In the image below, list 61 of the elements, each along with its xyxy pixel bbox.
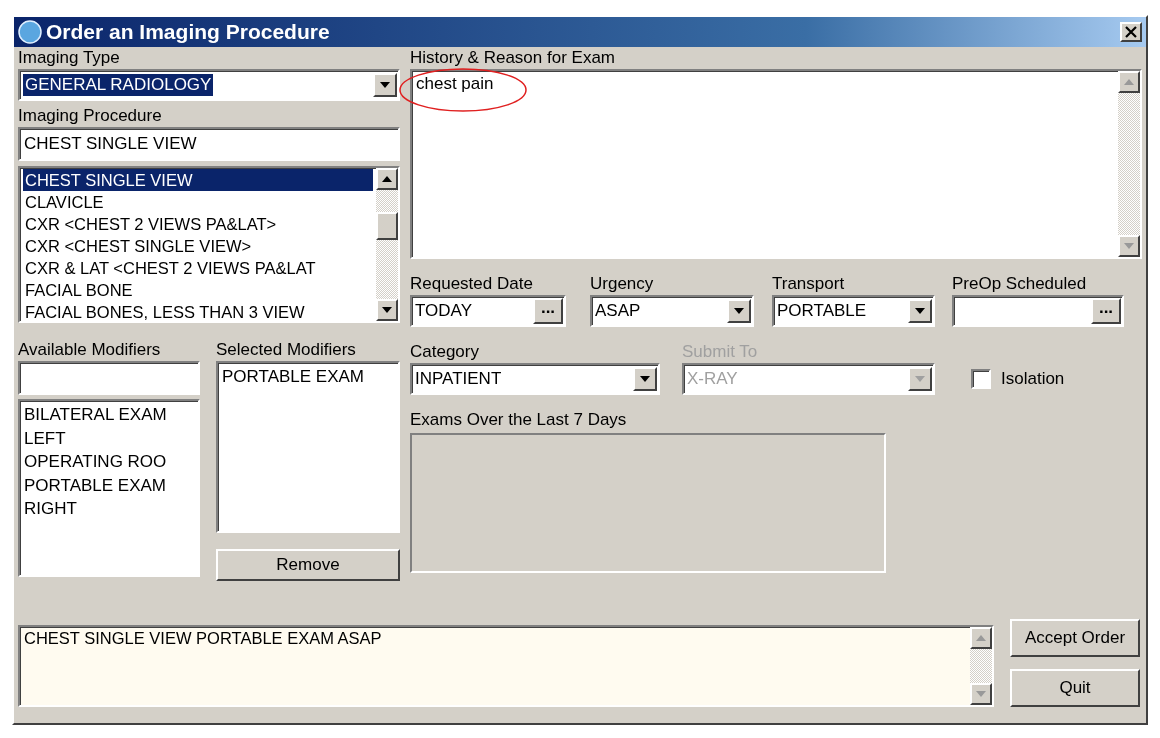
scroll-up-icon <box>382 176 392 182</box>
imaging-type-dropdown[interactable]: GENERAL RADIOLOGY <box>18 69 400 101</box>
isolation-checkbox[interactable] <box>971 369 991 389</box>
scroll-up-icon <box>976 635 986 641</box>
list-item[interactable]: LEFT <box>24 426 194 450</box>
window-title: Order an Imaging Procedure <box>46 20 331 44</box>
list-item[interactable]: CXR <CHEST 2 VIEWS PA&LAT> <box>23 213 373 235</box>
date-picker-button[interactable]: ... <box>533 298 563 324</box>
checkbox-label: Isolation <box>1001 369 1065 389</box>
caret-icon <box>915 376 925 382</box>
remove-button[interactable]: Remove <box>216 549 400 581</box>
caret-icon <box>915 308 925 314</box>
dropdown[interactable]: ASAP <box>590 295 754 327</box>
field-label: Transport <box>772 273 846 295</box>
list-item[interactable]: OPERATING ROO <box>24 450 194 474</box>
close-icon <box>1125 26 1137 38</box>
history-text: chest pain <box>416 74 494 93</box>
list-item[interactable]: CXR & LAT <CHEST 2 VIEWS PA&LAT <box>23 257 373 279</box>
field-label: Category <box>410 341 480 363</box>
history-text-area[interactable]: chest pain <box>410 69 1142 259</box>
list-item[interactable]: CLAVICLE <box>23 191 373 213</box>
date-field[interactable]: TODAY ... <box>410 295 566 327</box>
close-button[interactable] <box>1120 22 1142 42</box>
scroll-down-icon <box>976 691 986 697</box>
order-summary-area[interactable]: CHEST SINGLE VIEW PORTABLE EXAM ASAP <box>18 625 994 707</box>
order-summary-text: CHEST SINGLE VIEW PORTABLE EXAM ASAP <box>24 629 382 647</box>
list-item[interactable]: FACIAL BONE <box>23 279 373 301</box>
modifier-search-field[interactable] <box>18 361 200 395</box>
dropdown[interactable]: PORTABLE <box>772 295 935 327</box>
scroll-up-icon <box>1124 79 1134 85</box>
field-label: PreOp Scheduled <box>952 273 1088 295</box>
field-label: Available Modifiers <box>18 339 162 361</box>
field-label: Imaging Type <box>18 47 121 69</box>
field-label: Exams Over the Last 7 Days <box>410 409 628 431</box>
scroll-down-icon <box>382 307 392 313</box>
caret-icon <box>640 376 650 382</box>
caret-icon <box>734 308 744 314</box>
list-item[interactable]: FACIAL BONES, LESS THAN 3 VIEW <box>23 301 373 321</box>
date-picker-button[interactable]: ... <box>1091 298 1121 324</box>
dropdown[interactable]: INPATIENT <box>410 363 660 395</box>
list-item[interactable]: CHEST SINGLE VIEW <box>23 169 373 191</box>
scrollbar[interactable] <box>376 168 398 321</box>
accept-order-button[interactable]: Accept Order <box>1010 619 1140 657</box>
field-label: History & Reason for Exam <box>410 47 616 69</box>
scroll-down-icon <box>1124 243 1134 249</box>
list-item[interactable]: PORTABLE EXAM <box>222 365 394 389</box>
field-label: Selected Modifiers <box>216 339 357 361</box>
procedure-field[interactable]: CHEST SINGLE VIEW <box>18 127 400 161</box>
list-item[interactable]: PORTABLE EXAM <box>24 473 194 497</box>
quit-button[interactable]: Quit <box>1010 669 1140 707</box>
scroll-thumb[interactable] <box>376 212 398 240</box>
list-item[interactable]: CXR <CHEST SINGLE VIEW> <box>23 235 373 257</box>
scrollbar[interactable] <box>1118 71 1140 257</box>
field-label: Requested Date <box>410 273 534 295</box>
date-field[interactable]: ... <box>952 295 1124 327</box>
caret-icon <box>380 82 390 88</box>
field-label: Imaging Procedure <box>18 105 163 127</box>
scrollbar[interactable] <box>970 627 992 705</box>
field-label: Urgency <box>590 273 655 295</box>
list-item[interactable]: RIGHT <box>24 497 194 521</box>
list-item[interactable]: BILATERAL EXAM <box>24 403 194 427</box>
